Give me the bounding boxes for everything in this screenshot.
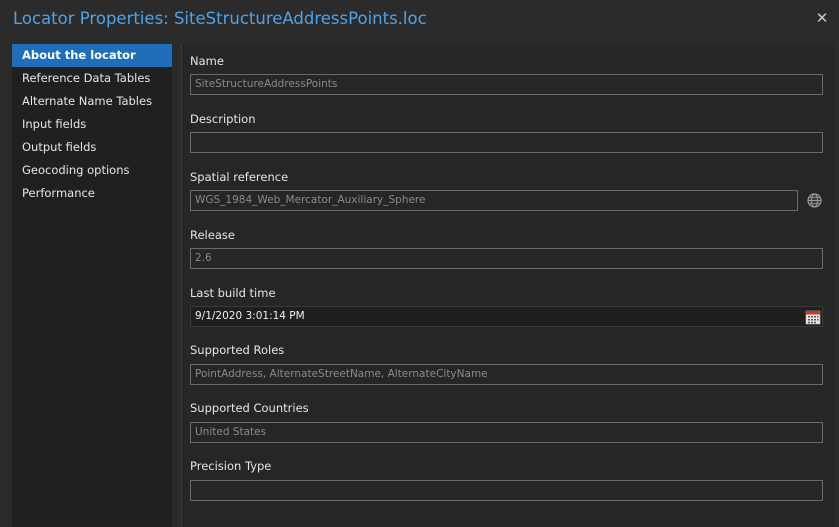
precision-type-label: Precision Type: [190, 459, 272, 473]
sidebar-item-geocoding-options[interactable]: Geocoding options: [12, 159, 172, 182]
sidebar-item-input-fields[interactable]: Input fields: [12, 113, 172, 136]
sidebar: About the locator Reference Data Tables …: [12, 44, 172, 527]
supported-roles-field[interactable]: PointAddress, AlternateStreetName, Alter…: [190, 364, 823, 385]
supported-countries-label: Supported Countries: [190, 401, 309, 415]
locator-properties-dialog: Locator Properties: SiteStructureAddress…: [0, 0, 839, 527]
description-field[interactable]: [190, 132, 823, 153]
window-title: Locator Properties: SiteStructureAddress…: [13, 9, 427, 28]
globe-icon[interactable]: [806, 192, 823, 209]
spatial-reference-field[interactable]: WGS_1984_Web_Mercator_Auxiliary_Sphere: [190, 190, 798, 211]
supported-countries-field[interactable]: United States: [190, 422, 823, 443]
sidebar-item-alternate-name-tables[interactable]: Alternate Name Tables: [12, 90, 172, 113]
release-field[interactable]: 2.6: [190, 248, 823, 269]
name-label: Name: [190, 54, 224, 68]
sidebar-item-about-the-locator[interactable]: About the locator: [12, 44, 172, 67]
calendar-icon[interactable]: [805, 309, 821, 325]
sidebar-item-reference-data-tables[interactable]: Reference Data Tables: [12, 67, 172, 90]
description-label: Description: [190, 112, 256, 126]
name-field[interactable]: SiteStructureAddressPoints: [190, 74, 823, 95]
last-build-time-label: Last build time: [190, 286, 276, 300]
sidebar-item-output-fields[interactable]: Output fields: [12, 136, 172, 159]
last-build-time-field[interactable]: 9/1/2020 3:01:14 PM: [190, 306, 823, 327]
supported-roles-label: Supported Roles: [190, 343, 285, 357]
spatial-reference-label: Spatial reference: [190, 170, 289, 184]
release-label: Release: [190, 228, 235, 242]
sidebar-item-performance[interactable]: Performance: [12, 182, 172, 205]
close-icon[interactable]: ✕: [814, 10, 830, 26]
title-bar: Locator Properties: SiteStructureAddress…: [0, 0, 839, 38]
properties-panel: Name SiteStructureAddressPoints Descript…: [181, 44, 834, 527]
precision-type-field[interactable]: [190, 480, 823, 501]
